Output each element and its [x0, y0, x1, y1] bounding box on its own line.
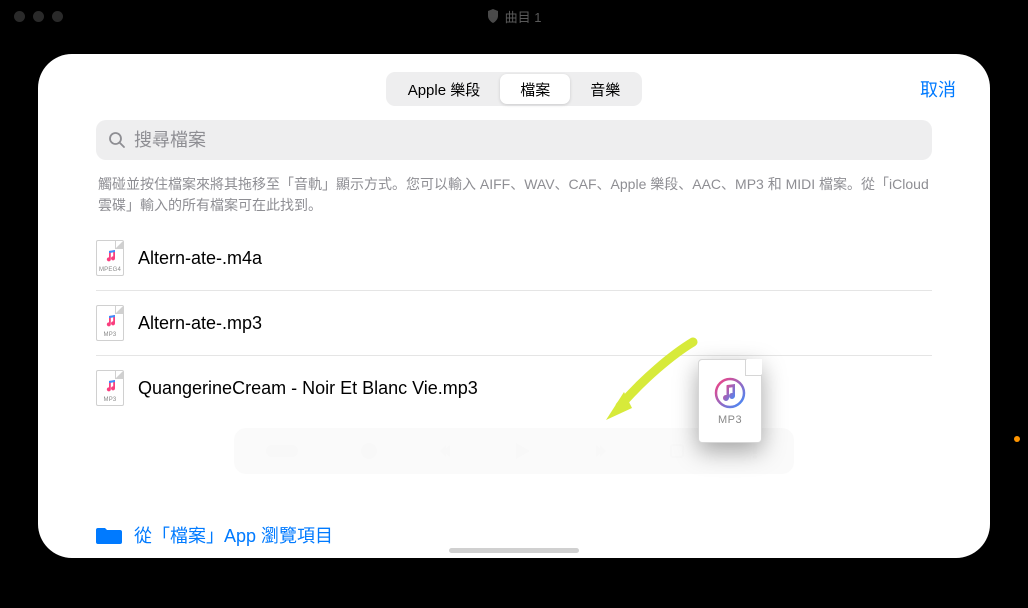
search-bar[interactable]: [96, 120, 932, 160]
folder-icon: [96, 525, 122, 545]
search-icon: [108, 131, 126, 149]
audio-file-icon: MP3: [96, 370, 124, 406]
traffic-lights[interactable]: [14, 11, 63, 22]
tab-music[interactable]: 音樂: [570, 74, 640, 104]
audio-file-icon: MPEG4: [96, 240, 124, 276]
audio-file-icon: MP3: [96, 305, 124, 341]
tab-files[interactable]: 檔案: [500, 74, 570, 104]
shield-icon: [487, 9, 499, 23]
minimize-dot[interactable]: [33, 11, 44, 22]
file-name: Altern-ate-.mp3: [138, 313, 262, 334]
browse-label: 從「檔案」App 瀏覽項目: [134, 522, 333, 548]
window-titlebar: 曲目 1: [0, 0, 1028, 32]
file-ext-label: MP3: [97, 397, 123, 403]
tab-apple-loops[interactable]: Apple 樂段: [388, 74, 501, 104]
tab-label: 音樂: [590, 79, 620, 100]
file-ext-label: MP3: [97, 332, 123, 338]
file-row[interactable]: MPEG4 Altern-ate-.m4a: [96, 226, 932, 291]
home-indicator: [449, 548, 579, 553]
recording-indicator-dot: [1014, 436, 1020, 442]
hint-text: 觸碰並按住檔案來將其拖移至「音軌」顯示方式。您可以輸入 AIFF、WAV、CAF…: [98, 174, 930, 216]
close-dot[interactable]: [14, 11, 25, 22]
file-name: QuangerineCream - Noir Et Blanc Vie.mp3: [138, 378, 478, 399]
dragged-file-ghost[interactable]: MP3: [698, 359, 762, 443]
file-row[interactable]: MP3 QuangerineCream - Noir Et Blanc Vie.…: [96, 356, 932, 420]
sheet-topbar: Apple 樂段 檔案 音樂 取消: [38, 54, 990, 116]
cancel-button[interactable]: 取消: [920, 76, 956, 102]
source-segmented-control: Apple 樂段 檔案 音樂: [386, 72, 643, 106]
sheet-content: 觸碰並按住檔案來將其拖移至「音軌」顯示方式。您可以輸入 AIFF、WAV、CAF…: [38, 116, 990, 420]
file-list: MPEG4 Altern-ate-.m4a MP3 Altern-ate-.mp…: [96, 226, 932, 420]
import-sheet: Apple 樂段 檔案 音樂 取消 觸碰並按住檔案來將其拖移至「音軌」顯示方式。…: [38, 54, 990, 558]
file-name: Altern-ate-.m4a: [138, 248, 262, 269]
tab-label: Apple 樂段: [408, 79, 481, 100]
file-row[interactable]: MP3 Altern-ate-.mp3: [96, 291, 932, 356]
music-note-icon: [713, 376, 747, 410]
drag-ghost-ext: MP3: [718, 414, 742, 426]
tab-label: 檔案: [520, 79, 550, 100]
window-title: 曲目 1: [505, 7, 542, 26]
browse-files-app-button[interactable]: 從「檔案」App 瀏覽項目: [96, 522, 333, 548]
file-ext-label: MPEG4: [97, 267, 123, 273]
search-input[interactable]: [134, 130, 920, 151]
zoom-dot[interactable]: [52, 11, 63, 22]
